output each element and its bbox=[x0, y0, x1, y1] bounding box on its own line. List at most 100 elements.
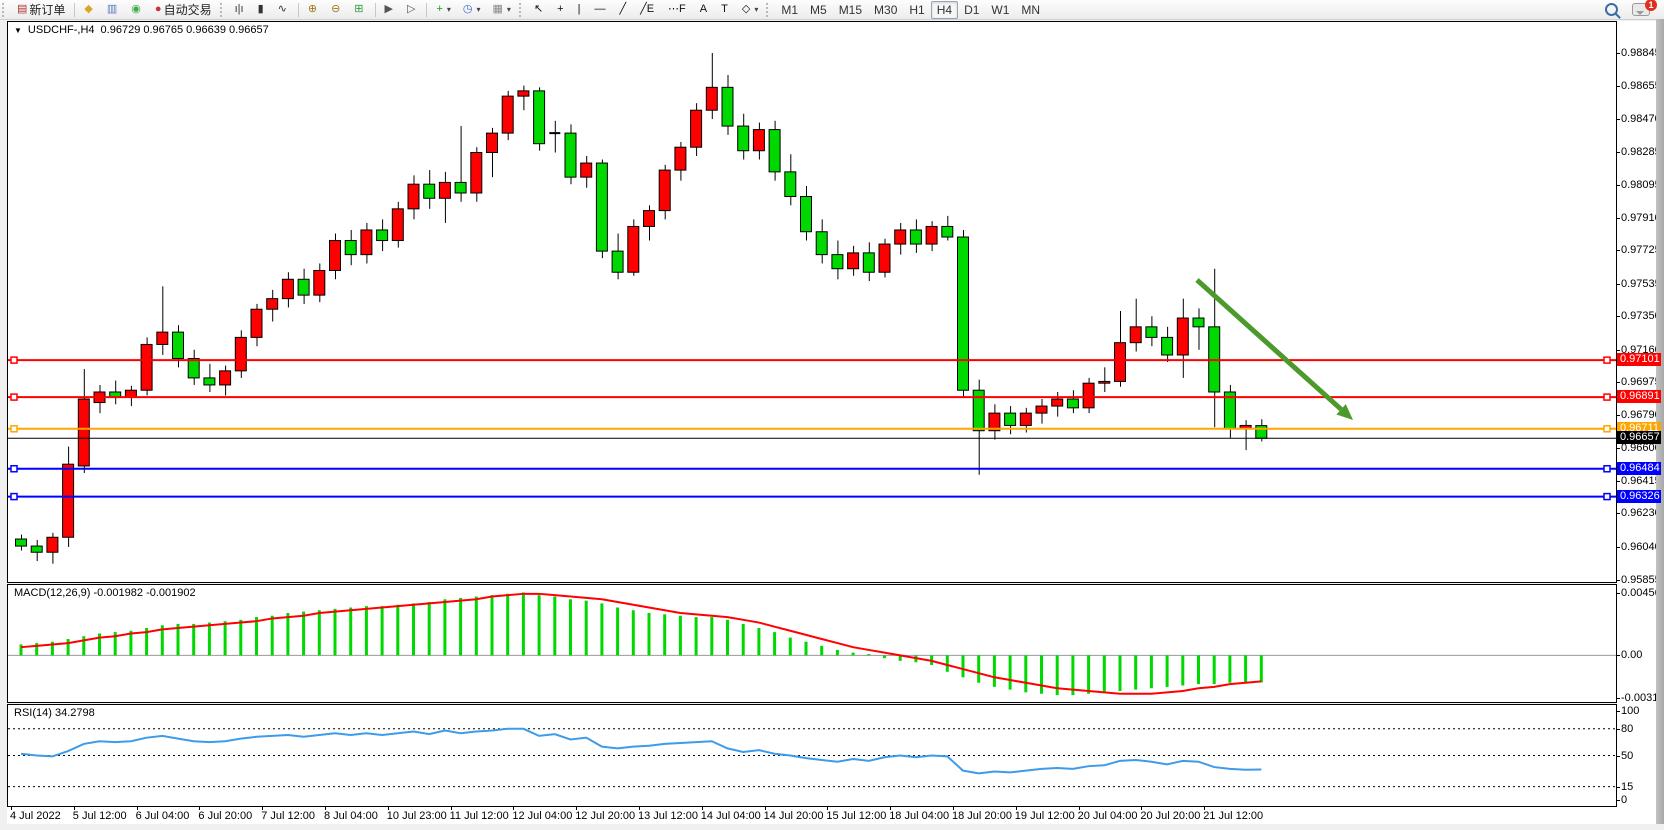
candle bbox=[691, 110, 702, 147]
timeframe-m30[interactable]: M30 bbox=[868, 1, 903, 19]
crosshair-button[interactable]: + bbox=[552, 0, 570, 19]
candle bbox=[31, 546, 42, 552]
rsi-indicator-panel[interactable]: RSI(14) 34.2798 bbox=[7, 704, 1617, 807]
timeframe-m15[interactable]: M15 bbox=[833, 1, 868, 19]
timeframe-m1[interactable]: M1 bbox=[775, 1, 804, 19]
fibonacci-button[interactable]: ⋯F bbox=[663, 0, 693, 19]
crosshair-icon: + bbox=[557, 1, 563, 18]
line-chart-button[interactable]: ∿ bbox=[273, 0, 294, 19]
text-button[interactable]: A bbox=[695, 0, 714, 19]
level-price-tag: 0.96891 bbox=[1617, 390, 1661, 403]
dropdown-arrow-icon[interactable]: ▾ bbox=[447, 5, 451, 14]
price-tick-label: 0.98095 bbox=[1621, 179, 1661, 191]
toolbar-grip bbox=[220, 3, 227, 17]
time-tick-label: 18 Jul 20:00 bbox=[952, 810, 1012, 822]
price-tick-label: 0.96415 bbox=[1621, 475, 1661, 487]
macd-indicator-panel[interactable]: MACD(12,26,9) -0.001982 -0.001902 bbox=[7, 584, 1617, 703]
candle bbox=[502, 96, 513, 133]
search-icon[interactable] bbox=[1605, 3, 1618, 16]
chart-shift-button[interactable]: ▷ bbox=[402, 0, 422, 19]
timeframe-w1[interactable]: W1 bbox=[985, 1, 1015, 19]
candle bbox=[596, 163, 607, 251]
candlestick-plot bbox=[8, 22, 1616, 582]
candle bbox=[816, 232, 827, 255]
signals-button[interactable]: ◉ bbox=[126, 0, 148, 19]
vertical-line-icon: | bbox=[578, 1, 581, 18]
chat-icon[interactable]: 1 bbox=[1632, 3, 1650, 16]
candle bbox=[282, 279, 293, 298]
price-axis[interactable]: 0.988450.986550.984700.982850.980950.979… bbox=[1617, 21, 1656, 807]
candle bbox=[675, 147, 686, 170]
price-tick-label: 0.96975 bbox=[1621, 376, 1661, 388]
candle bbox=[801, 197, 812, 232]
price-tick-label: 0.96230 bbox=[1621, 507, 1661, 519]
dropdown-arrow-icon[interactable]: ▾ bbox=[754, 5, 758, 14]
dropdown-arrow-icon[interactable]: ▾ bbox=[477, 5, 481, 14]
auto-trading-button[interactable]: ●自动交易 bbox=[150, 0, 217, 19]
ohlc-bars-icon: ı|ı bbox=[235, 1, 244, 18]
vertical-line-button[interactable]: | bbox=[573, 0, 588, 19]
auto-trading-icon: ● bbox=[155, 1, 162, 18]
candle bbox=[1067, 399, 1078, 408]
tile-windows-icon: ⊞ bbox=[354, 1, 363, 18]
time-tick-label: 11 Jul 12:00 bbox=[450, 810, 509, 822]
timeframe-mn[interactable]: MN bbox=[1015, 1, 1046, 19]
trendline-button[interactable]: ╱ bbox=[614, 0, 633, 19]
time-tick bbox=[513, 806, 514, 810]
cursor-button[interactable]: ↖ bbox=[529, 0, 550, 19]
time-tick bbox=[827, 806, 828, 810]
new-order-button[interactable]: ▤新订单 bbox=[12, 0, 70, 19]
indicators-button[interactable]: +▾ bbox=[431, 0, 455, 19]
templates-button[interactable]: ▦▾ bbox=[488, 0, 516, 19]
timeframe-m5[interactable]: M5 bbox=[804, 1, 833, 19]
timeframe-w1-label: W1 bbox=[991, 3, 1009, 17]
main-toolbar: ▤新订单 ◆ ▥ ◉●自动交易 ı|ı ▮ ∿ ⊕⊖ ⊞ ▶▷ +▾◷▾▦▾ ↖ + | —╱╱E⋯F AT◇… bbox=[0, 0, 1664, 20]
text-icon: A bbox=[700, 1, 707, 18]
candle bbox=[141, 344, 152, 390]
bars-chart-button[interactable]: ı|ı bbox=[230, 0, 251, 19]
auto-scroll-button[interactable]: ▶ bbox=[380, 0, 400, 19]
time-tick bbox=[1079, 806, 1080, 810]
timeframe-h4[interactable]: H4 bbox=[931, 1, 958, 19]
candle bbox=[738, 126, 749, 151]
time-tick-label: 7 Jul 12:00 bbox=[261, 810, 315, 822]
periods-button[interactable]: ◷▾ bbox=[458, 0, 486, 19]
candlestick-chart-icon: ▮ bbox=[258, 1, 264, 18]
rsi-tick-label: 0 bbox=[1621, 794, 1627, 806]
timeframe-h1[interactable]: H1 bbox=[903, 1, 930, 19]
rsi-tick-label: 80 bbox=[1621, 723, 1633, 735]
timeframe-mn-label: MN bbox=[1021, 3, 1040, 17]
candle bbox=[848, 253, 859, 269]
candle bbox=[1052, 399, 1063, 406]
candle bbox=[863, 253, 874, 272]
label-button[interactable]: T bbox=[716, 0, 735, 19]
zoom-in-button[interactable]: ⊕ bbox=[303, 0, 324, 19]
tile-windows-button[interactable]: ⊞ bbox=[349, 0, 370, 19]
zoom-out-button[interactable]: ⊖ bbox=[326, 0, 347, 19]
timeframe-m1-label: M1 bbox=[781, 3, 798, 17]
data-window-icon: ▥ bbox=[107, 1, 117, 18]
current-price-tag: 0.96657 bbox=[1617, 431, 1661, 444]
horizontal-line-button[interactable]: — bbox=[589, 0, 612, 19]
candles-chart-button[interactable]: ▮ bbox=[253, 0, 271, 19]
timeframe-d1[interactable]: D1 bbox=[958, 1, 985, 19]
chevron-down-icon[interactable]: ▼ bbox=[14, 26, 22, 35]
toolbar-separator bbox=[74, 3, 75, 17]
candle bbox=[1146, 327, 1157, 338]
time-axis[interactable]: 4 Jul 20225 Jul 12:006 Jul 04:006 Jul 20… bbox=[7, 807, 1656, 824]
arrows-button[interactable]: ◇▾ bbox=[737, 0, 763, 19]
candle bbox=[1193, 318, 1204, 327]
candle bbox=[471, 152, 482, 193]
time-tick-label: 14 Jul 20:00 bbox=[764, 810, 824, 822]
data-window-button[interactable]: ▥ bbox=[102, 0, 124, 19]
channel-button[interactable]: ╱E bbox=[635, 0, 661, 19]
candle bbox=[785, 172, 796, 197]
candle bbox=[722, 87, 733, 126]
candle bbox=[1036, 406, 1047, 413]
dropdown-arrow-icon[interactable]: ▾ bbox=[507, 5, 511, 14]
candle bbox=[330, 241, 341, 271]
price-chart-panel[interactable]: ▼ USDCHF-,H4 0.96729 0.96765 0.96639 0.9… bbox=[7, 21, 1617, 583]
candle bbox=[392, 209, 403, 241]
market-watch-button[interactable]: ◆ bbox=[79, 0, 99, 19]
price-tick-label: 0.95855 bbox=[1621, 574, 1661, 586]
